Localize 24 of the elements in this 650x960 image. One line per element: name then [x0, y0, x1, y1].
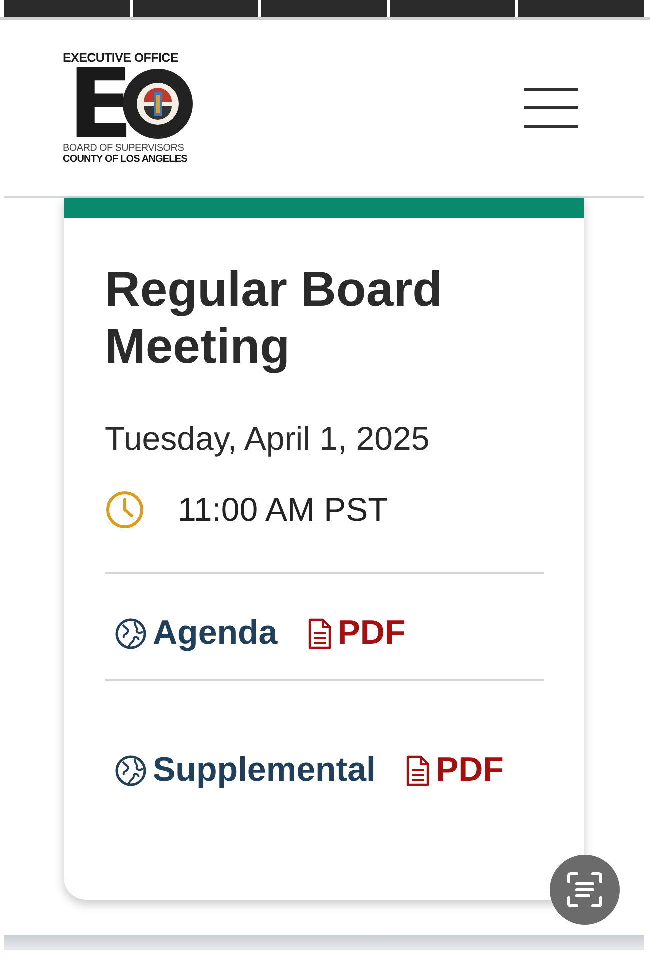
nav-tab[interactable]: [4, 0, 130, 17]
logo-subtitle: COUNTY OF LOS ANGELES: [63, 154, 188, 165]
meeting-date: Tuesday, April 1, 2025: [105, 420, 431, 458]
nav-tab[interactable]: [132, 0, 258, 17]
menu-icon: [524, 86, 578, 130]
clock-icon: [105, 490, 145, 530]
nav-tab[interactable]: [261, 0, 387, 17]
pdf-link[interactable]: PDF: [406, 751, 504, 790]
logo-subtitle: BOARD OF SUPERVISORS: [63, 143, 184, 154]
document-link[interactable]: Agenda: [115, 614, 278, 653]
globe-icon: [115, 618, 147, 650]
menu-button[interactable]: [524, 86, 578, 130]
scan-text-icon: [565, 870, 605, 910]
document-icon: [308, 618, 332, 650]
nav-tab[interactable]: [390, 0, 516, 17]
pdf-link[interactable]: PDF: [308, 614, 406, 653]
document-icon: [406, 754, 430, 786]
document-link[interactable]: Supplemental: [115, 751, 376, 790]
logo-title: EXECUTIVE OFFICE: [63, 51, 178, 65]
meeting-title: Regular Board Meeting: [105, 262, 444, 376]
logo-letter: E: [68, 67, 134, 141]
globe-icon: [115, 754, 147, 786]
nav-tab[interactable]: [518, 0, 644, 17]
meeting-time: 11:00 AM PST: [178, 491, 388, 529]
